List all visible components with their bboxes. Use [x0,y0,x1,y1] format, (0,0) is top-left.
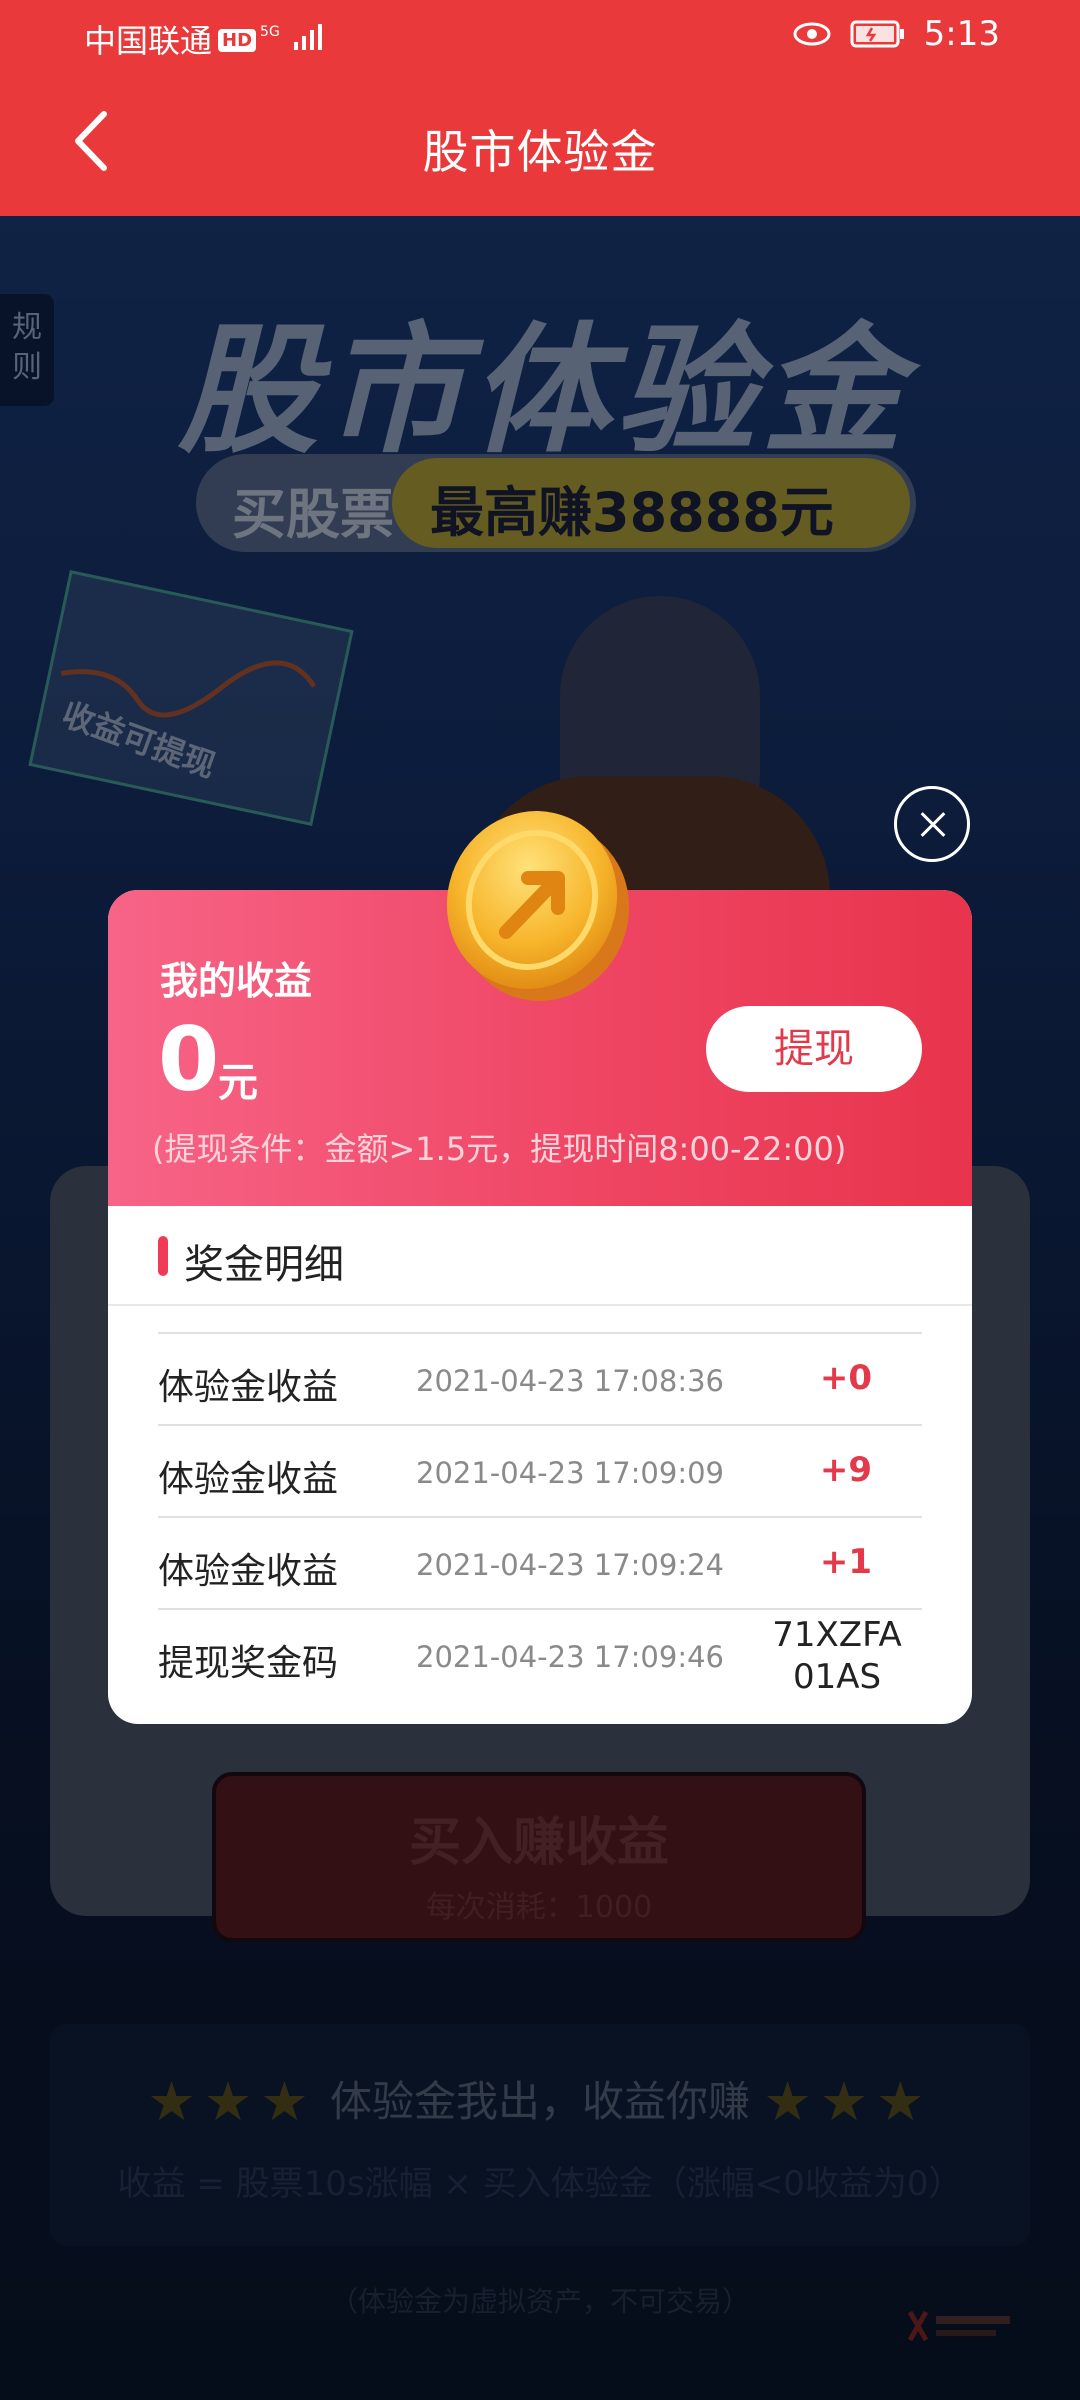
list-item: 提现奖金码 2021-04-23 17:09:46 71XZFA01AS [158,1608,922,1700]
item-name: 体验金收益 [158,1551,339,1592]
close-button[interactable] [894,786,970,862]
carrier-name: 中国联通 [84,22,213,60]
clock: 5:13 [923,14,1000,54]
item-time: 2021-04-23 17:09:46 [416,1640,724,1674]
item-value: +1 [819,1542,872,1582]
withdraw-button[interactable]: 提现 [706,1006,922,1092]
item-name: 提现奖金码 [158,1643,339,1684]
signal-icon [293,24,322,50]
eye-icon [793,22,831,46]
earnings-amount: 0 [158,1008,220,1111]
bonus-details-header: 奖金明细 [108,1206,972,1306]
app-header: 股市体验金 [0,72,1080,216]
earnings-unit: 元 [218,1060,258,1106]
page-title: 股市体验金 [422,125,658,179]
list-item: 体验金收益 2021-04-23 17:08:36 +0 [158,1332,922,1424]
section-title: 奖金明细 [184,1242,344,1288]
earnings-label: 我的收益 [160,959,313,1003]
item-time: 2021-04-23 17:09:24 [416,1548,724,1582]
coin-arrow-icon [446,811,630,1001]
item-name: 体验金收益 [158,1459,339,1500]
network-type: 5G [260,24,280,40]
list-item: 体验金收益 2021-04-23 17:09:24 +1 [158,1516,922,1608]
withdraw-code: 71XZFA01AS [772,1615,902,1697]
status-bar: 中国联通 HD 5G 5:13 [0,0,1080,72]
withdraw-condition: (提现条件：金额>1.5元，提现时间8:00-22:00) [152,1130,847,1168]
earnings-modal: 我的收益 0 元 提现 (提现条件：金额>1.5元，提现时间8:00-22:00… [108,890,972,1724]
battery-icon [850,20,904,48]
bonus-list: 体验金收益 2021-04-23 17:08:36 +0 体验金收益 2021-… [158,1332,922,1700]
section-marker [158,1236,168,1276]
list-item: 体验金收益 2021-04-23 17:09:09 +9 [158,1424,922,1516]
item-value: +9 [819,1450,872,1490]
item-value: +0 [819,1358,872,1398]
item-time: 2021-04-23 17:09:09 [416,1456,724,1490]
item-name: 体验金收益 [158,1367,339,1408]
carrier-info: 中国联通 HD 5G [84,16,328,62]
hd-badge: HD [218,29,257,52]
item-time: 2021-04-23 17:08:36 [416,1364,724,1398]
